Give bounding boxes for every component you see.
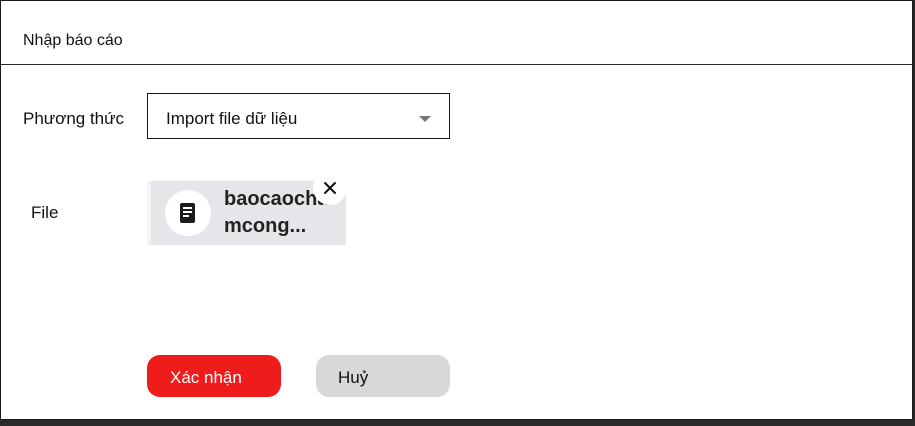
cancel-button-label: Huỷ	[338, 368, 369, 387]
method-label: Phương thức	[23, 109, 125, 128]
import-report-dialog: Nhập báo cáo Phương thức Import file dữ …	[0, 0, 913, 420]
dialog-header: Nhập báo cáo	[1, 1, 912, 65]
dialog-title: Nhập báo cáo	[23, 32, 123, 49]
remove-file-button[interactable]	[313, 171, 347, 205]
document-icon	[165, 190, 211, 236]
method-select[interactable]: Import file dữ liệu	[147, 93, 450, 139]
method-select-value: Import file dữ liệu	[166, 109, 298, 128]
chevron-down-icon	[419, 116, 431, 122]
file-label: File	[31, 203, 59, 222]
confirm-button-label: Xác nhận	[170, 368, 242, 387]
cancel-button[interactable]: Huỷ	[316, 355, 450, 397]
confirm-button[interactable]: Xác nhận	[147, 355, 281, 397]
close-icon	[324, 182, 336, 194]
